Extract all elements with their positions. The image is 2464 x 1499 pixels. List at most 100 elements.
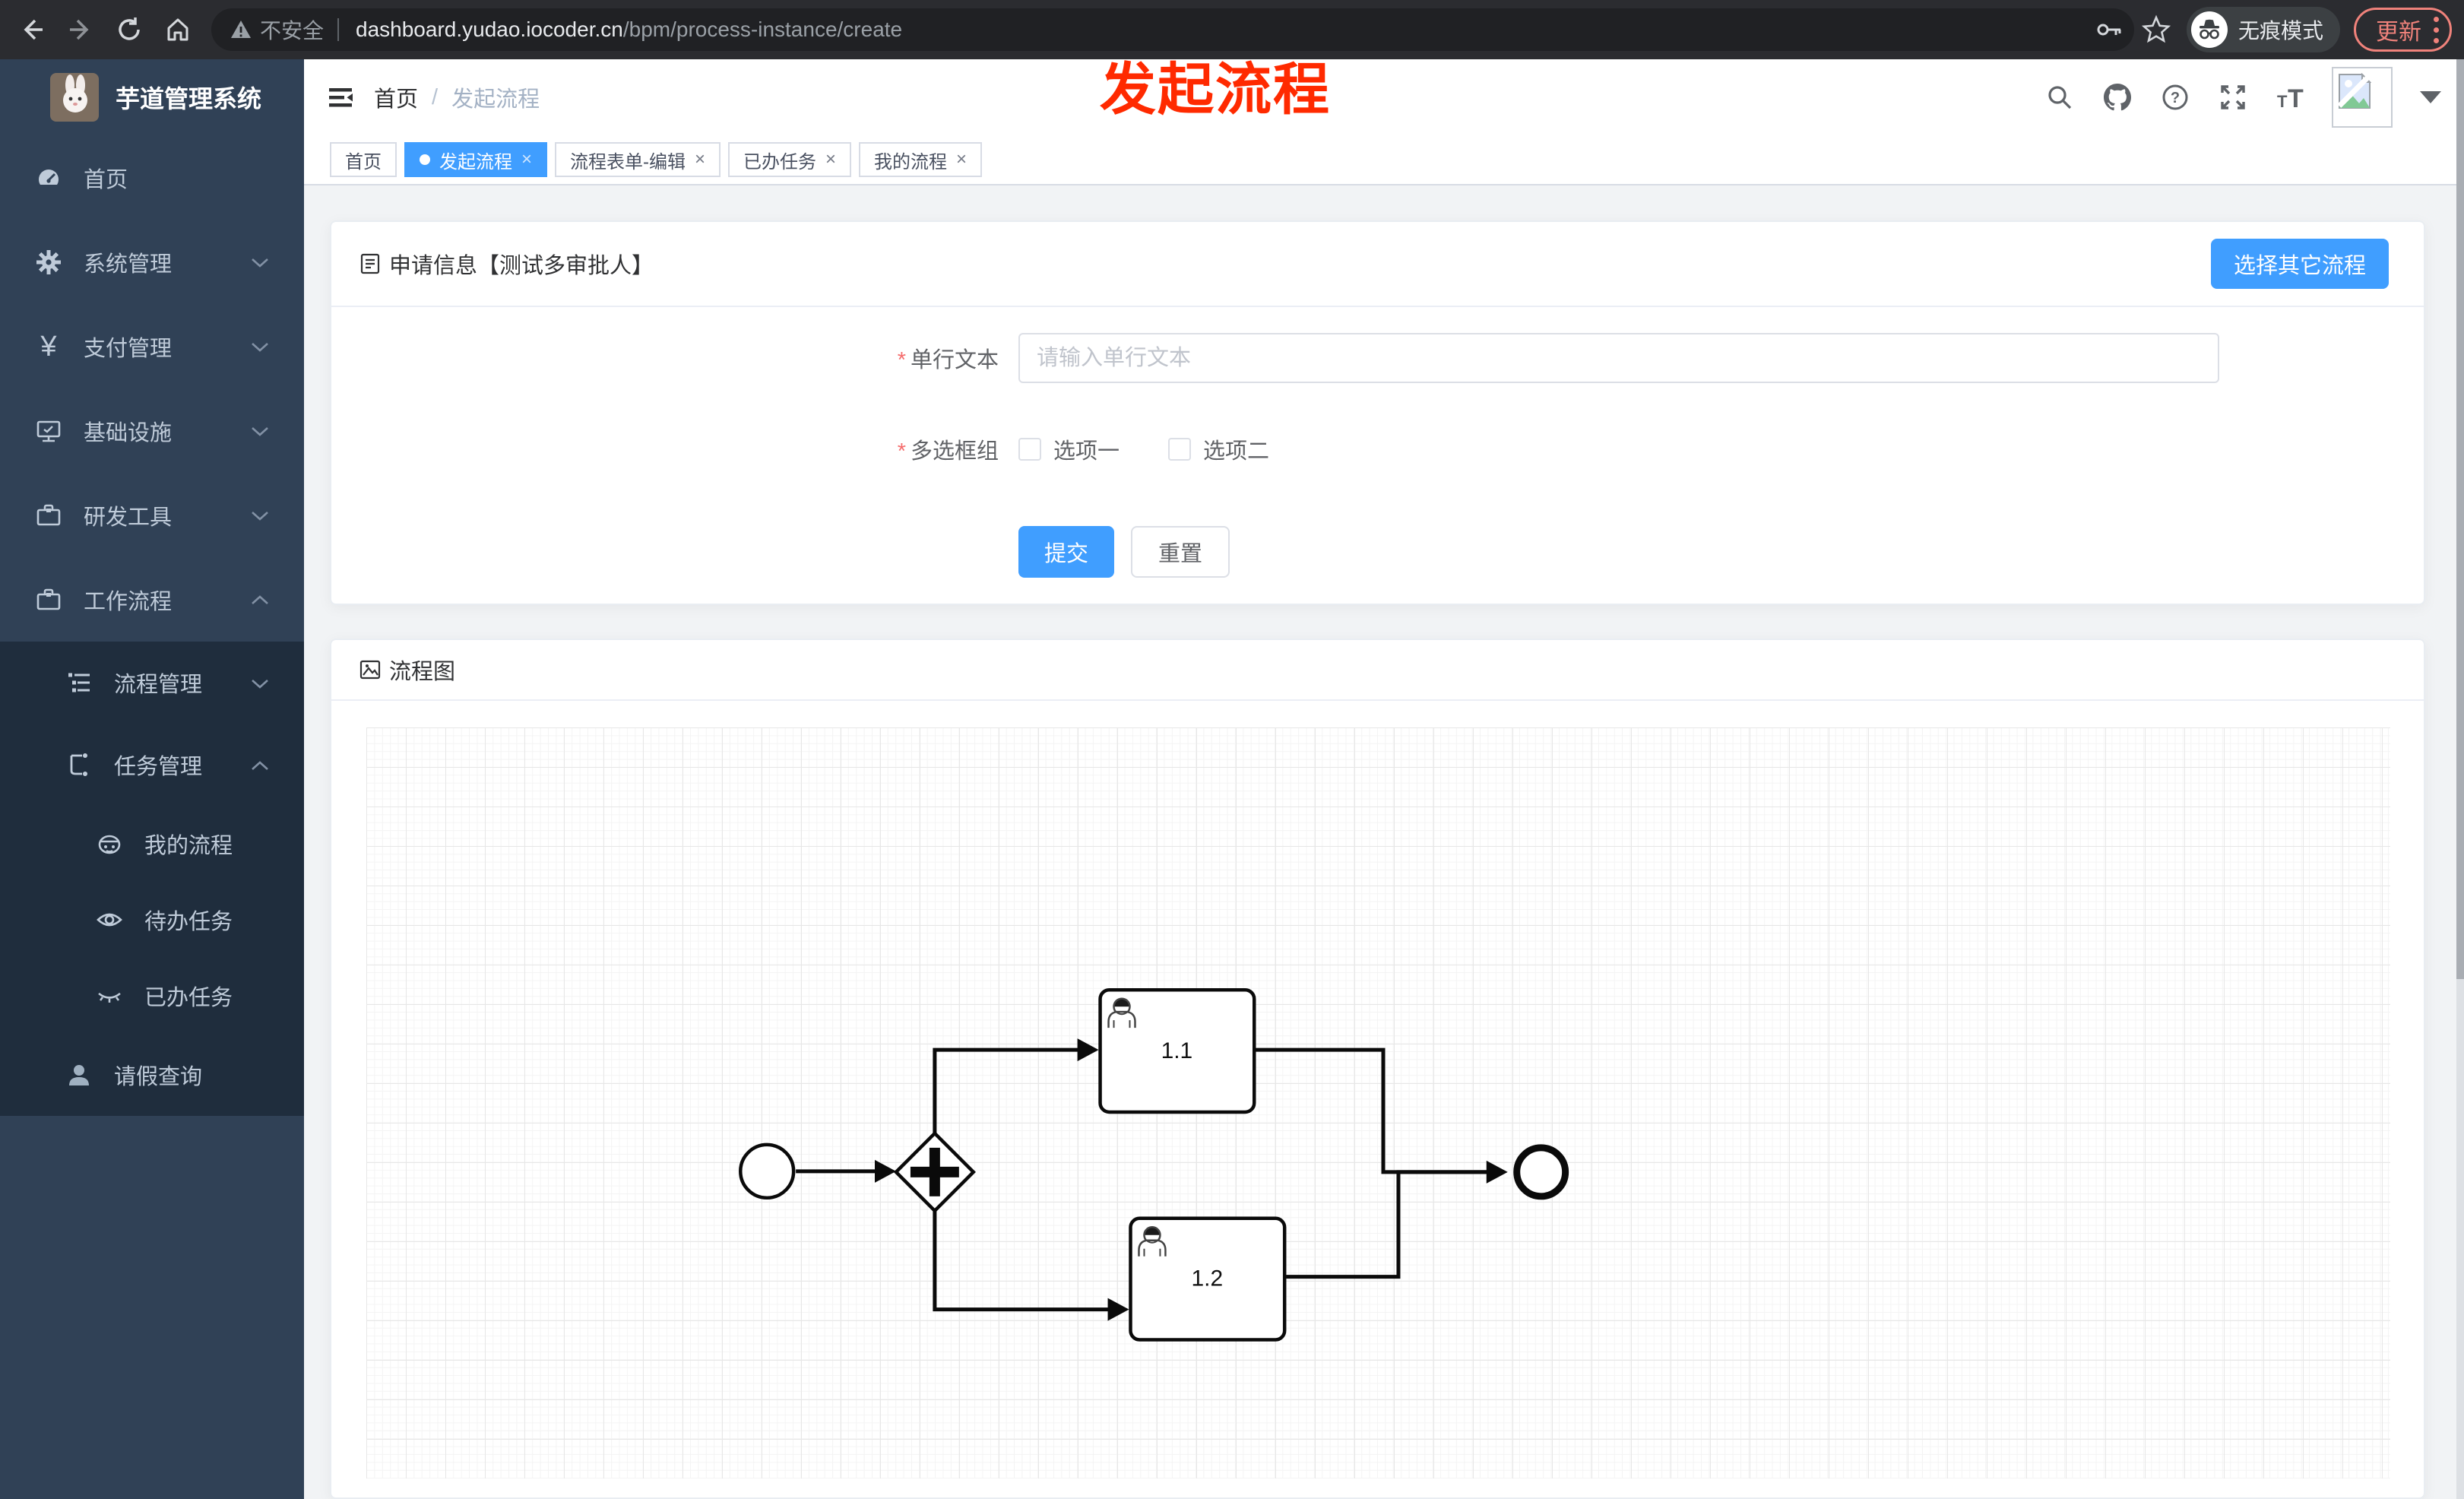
tab-done-tasks[interactable]: 已办任务 ×	[728, 142, 852, 177]
parallel-gateway-node[interactable]	[893, 1130, 976, 1213]
briefcase-icon	[33, 586, 64, 613]
user-avatar[interactable]	[2332, 67, 2393, 128]
tab-my-process[interactable]: 我的流程 ×	[859, 142, 983, 177]
field-label-checkbox-group: * 多选框组	[897, 439, 999, 464]
chevron-up-icon	[251, 753, 269, 778]
reset-button[interactable]: 重置	[1131, 526, 1230, 578]
back-icon	[24, 19, 43, 40]
sidebar-item-label: 已办任务	[144, 986, 233, 1010]
app-logo	[50, 73, 99, 122]
browser-update-button[interactable]: 更新	[2354, 8, 2452, 52]
browser-reload-button[interactable]	[108, 8, 150, 51]
not-secure-warning-icon	[231, 21, 251, 38]
tree-icon	[64, 669, 94, 696]
eye-closed-icon	[94, 982, 125, 1009]
breadcrumb-current: 发起流程	[451, 87, 540, 112]
sidebar-item-my-process[interactable]: 我的流程	[0, 806, 304, 882]
chevron-down-icon	[251, 249, 269, 274]
tab-form-edit[interactable]: 流程表单-编辑 ×	[555, 142, 721, 177]
bpmn-canvas[interactable]: 1.1 1.2	[366, 727, 2390, 1478]
arrowhead-icon	[874, 1159, 896, 1183]
page-annotation: 发起流程	[1100, 58, 1331, 121]
document-icon	[360, 253, 380, 274]
submit-button[interactable]: 提交	[1018, 526, 1115, 578]
security-label: 不安全	[260, 19, 325, 43]
checkbox-icon[interactable]	[1168, 438, 1192, 461]
button-label: 提交	[1044, 542, 1089, 566]
close-icon[interactable]: ×	[695, 149, 705, 170]
image-icon	[359, 660, 381, 680]
update-label: 更新	[2376, 20, 2421, 45]
browser-forward-button[interactable]	[59, 8, 102, 51]
flow-diagram-card: 流程图 1.1 1.2	[330, 639, 2425, 1499]
sidebar-item-devtools[interactable]: 研发工具	[0, 473, 304, 557]
sidebar-item-todo-tasks[interactable]: 待办任务	[0, 882, 304, 958]
svg-text:?: ?	[2171, 90, 2180, 106]
checkbox-label: 选项一	[1053, 439, 1120, 464]
sidebar-item-label: 我的流程	[144, 834, 233, 858]
browser-menu-icon[interactable]	[2434, 16, 2439, 43]
close-icon[interactable]: ×	[825, 149, 836, 170]
incognito-icon	[2190, 11, 2228, 48]
sidebar-item-home[interactable]: 首页	[0, 135, 304, 220]
tab-label: 发起流程	[439, 151, 512, 173]
fullscreen-icon[interactable]	[2216, 81, 2250, 114]
arrowhead-icon	[1107, 1298, 1129, 1321]
browser-back-button[interactable]	[11, 8, 53, 51]
app-header: 首页 / 发起流程 ? TT	[304, 59, 2464, 135]
scrollbar-thumb[interactable]	[2456, 59, 2464, 979]
home-icon	[167, 18, 188, 41]
broken-image-icon	[2338, 73, 2371, 109]
github-icon[interactable]	[2101, 81, 2134, 114]
sequence-flow-gateway-task2	[933, 1210, 1110, 1312]
dashboard-icon	[33, 164, 64, 192]
password-key-icon[interactable]	[2092, 13, 2126, 46]
user-task-node-1[interactable]: 1.1	[1098, 987, 1256, 1114]
sidebar: 芋道管理系统 首页 系统管理 ¥ 支付管理 基础设施 研发工具 工作流程 流程管…	[0, 59, 304, 1499]
start-event-node[interactable]	[739, 1142, 796, 1200]
robot-icon	[94, 830, 125, 857]
bookmark-star-icon[interactable]	[2139, 13, 2173, 46]
checkbox-icon[interactable]	[1018, 438, 1041, 461]
sequence-flow-gateway-task1	[933, 1047, 1079, 1133]
tab-home[interactable]: 首页	[330, 142, 397, 177]
end-event-node[interactable]	[1513, 1144, 1569, 1200]
sidebar-item-leave-query[interactable]: 请假查询	[0, 1034, 304, 1116]
sidebar-item-system[interactable]: 系统管理	[0, 220, 304, 304]
sidebar-item-label: 任务管理	[114, 755, 203, 779]
chevron-up-icon	[251, 587, 269, 612]
avatar-dropdown-caret[interactable]	[2420, 91, 2441, 103]
sidebar-item-payment[interactable]: ¥ 支付管理	[0, 304, 304, 388]
checkbox-option-2[interactable]: 选项二	[1168, 433, 1269, 465]
select-other-process-button[interactable]: 选择其它流程	[2210, 239, 2389, 289]
breadcrumb-home[interactable]: 首页	[374, 81, 418, 113]
app-logo-row[interactable]: 芋道管理系统	[0, 59, 304, 135]
page-scrollbar[interactable]	[2456, 59, 2464, 1499]
page-content: 申请信息【测试多审批人】 选择其它流程 *单行文本 *多选框组 选项一 选项二	[304, 185, 2464, 1499]
tab-label: 流程表单-编辑	[570, 151, 686, 173]
card-title-text: 申请信息【测试多审批人】	[389, 254, 654, 278]
tab-create-process[interactable]: 发起流程 ×	[404, 142, 548, 177]
sidebar-collapse-button[interactable]	[324, 81, 357, 114]
reload-icon	[119, 17, 140, 40]
sidebar-item-process-mgmt[interactable]: 流程管理	[0, 642, 304, 724]
sidebar-item-workflow[interactable]: 工作流程	[0, 557, 304, 642]
urlbar-divider	[337, 18, 340, 41]
help-icon[interactable]: ?	[2158, 81, 2192, 114]
sidebar-item-done-tasks[interactable]: 已办任务	[0, 958, 304, 1034]
button-label: 选择其它流程	[2233, 254, 2366, 278]
close-icon[interactable]: ×	[956, 149, 967, 170]
browser-home-button[interactable]	[157, 8, 199, 51]
svg-text:T: T	[2277, 92, 2288, 111]
task-label: 1.1	[1161, 1038, 1193, 1063]
search-icon[interactable]	[2043, 81, 2076, 114]
sidebar-item-task-mgmt[interactable]: 任务管理	[0, 724, 304, 806]
close-icon[interactable]: ×	[521, 149, 532, 170]
single-text-input[interactable]	[1018, 333, 2219, 383]
chevron-down-icon	[251, 502, 269, 528]
sidebar-item-infra[interactable]: 基础设施	[0, 388, 304, 473]
font-size-icon[interactable]: TT	[2274, 81, 2307, 114]
sequence-flow-task1-end	[1256, 1047, 1488, 1174]
user-task-node-2[interactable]: 1.2	[1129, 1216, 1287, 1342]
checkbox-option-1[interactable]: 选项一	[1018, 433, 1120, 465]
